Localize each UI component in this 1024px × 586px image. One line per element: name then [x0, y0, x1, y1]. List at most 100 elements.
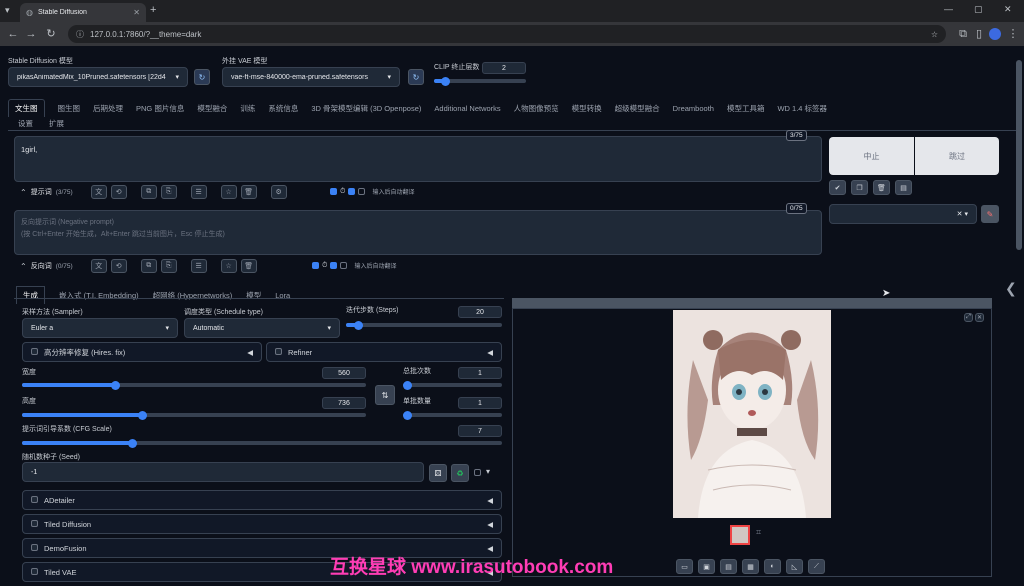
- save-icon[interactable]: ▣: [698, 559, 715, 574]
- ruler-icon[interactable]: ⟋: [808, 559, 825, 574]
- reuse-seed-button[interactable]: ♻: [451, 464, 469, 482]
- maximize-icon[interactable]: ▢: [974, 4, 983, 15]
- interrupt-button[interactable]: 中止: [829, 137, 914, 175]
- accordion-checkbox[interactable]: [31, 519, 38, 527]
- tab-5[interactable]: 训练: [240, 103, 255, 114]
- styles-dropdown[interactable]: ✕ ▾: [829, 204, 977, 224]
- swap-dimensions-button[interactable]: ⇅: [375, 385, 395, 405]
- forward-icon[interactable]: →: [24, 27, 38, 41]
- refiner-checkbox[interactable]: [275, 347, 282, 355]
- tab-7[interactable]: 3D 骨架模型编辑 (3D Openpose): [311, 103, 421, 114]
- clear-icon[interactable]: ✕ ▾: [957, 210, 968, 218]
- apply-style-button[interactable]: ✔: [829, 180, 846, 195]
- trash-icon[interactable]: 🗑: [240, 185, 257, 199]
- seed-input[interactable]: -1: [22, 462, 424, 482]
- checkbox-checked[interactable]: [330, 262, 338, 269]
- send-to-inpaint-icon[interactable]: ◐: [764, 559, 781, 574]
- tab-settings[interactable]: 设置: [18, 118, 33, 129]
- profile-avatar[interactable]: [989, 28, 1001, 40]
- edit-styles-button[interactable]: ✎: [981, 205, 999, 223]
- tab-0[interactable]: 文生图: [8, 99, 45, 117]
- batch-size-input[interactable]: 1: [458, 397, 502, 409]
- tab-11[interactable]: 超级模型融合: [615, 103, 660, 114]
- accordion-1[interactable]: Tiled Diffusion ◀: [22, 514, 502, 534]
- tab-8[interactable]: Additional Networks: [434, 104, 500, 113]
- steps-input[interactable]: 20: [458, 306, 502, 318]
- extensions-icon[interactable]: ⧉: [956, 27, 970, 41]
- chevron-down-icon[interactable]: ▾: [486, 467, 490, 476]
- checkbox-checked[interactable]: [330, 188, 337, 195]
- accordion-0[interactable]: ADetailer ◀: [22, 490, 502, 510]
- cfg-input[interactable]: 7: [458, 425, 502, 437]
- refresh-vae-button[interactable]: ↻: [408, 69, 424, 85]
- accordion-checkbox[interactable]: [31, 495, 38, 503]
- site-info-icon[interactable]: ⓘ: [76, 29, 84, 40]
- tab-list-icon[interactable]: ▾: [5, 5, 17, 17]
- steps-knob[interactable]: [354, 320, 364, 330]
- checkbox-checked[interactable]: [348, 188, 356, 195]
- tab-4[interactable]: 模型融合: [197, 103, 227, 114]
- clipboard-button[interactable]: ❐: [851, 180, 868, 195]
- tab-9[interactable]: 人物图像预览: [514, 103, 559, 114]
- copy-button[interactable]: ⧉: [140, 185, 157, 199]
- batch-size-knob[interactable]: [403, 410, 412, 420]
- tab-3[interactable]: PNG 图片信息: [136, 103, 184, 114]
- fullscreen-icon[interactable]: ⤢: [964, 313, 973, 322]
- gallery-thumbnail-selected[interactable]: [730, 525, 750, 545]
- generated-image[interactable]: [673, 310, 831, 518]
- clip-skip-knob[interactable]: [441, 76, 451, 86]
- minimize-icon[interactable]: —: [944, 4, 953, 14]
- cfg-slider[interactable]: [22, 438, 502, 448]
- side-panel-toggle-icon[interactable]: ❮: [1005, 280, 1017, 297]
- tab-1[interactable]: 图生图: [58, 103, 81, 114]
- height-slider[interactable]: [22, 410, 366, 420]
- close-icon[interactable]: ✕: [133, 8, 140, 17]
- random-seed-button[interactable]: ⚄: [429, 464, 447, 482]
- sampler-dropdown[interactable]: Euler a ▾: [22, 318, 178, 338]
- tab-10[interactable]: 模型转换: [572, 103, 602, 114]
- schedule-dropdown[interactable]: Automatic ▾: [184, 318, 340, 338]
- extra-seed-checkbox[interactable]: [474, 469, 481, 476]
- close-icon[interactable]: ✕: [975, 313, 984, 322]
- batch-size-slider[interactable]: [403, 410, 502, 420]
- new-tab-icon[interactable]: +: [150, 4, 156, 16]
- width-input[interactable]: 560: [322, 367, 366, 379]
- bookmark-star-icon[interactable]: ☆: [931, 30, 938, 39]
- accordion-checkbox[interactable]: [31, 543, 38, 551]
- trash-icon[interactable]: 🗑: [240, 259, 257, 273]
- tab-6[interactable]: 系统信息: [268, 103, 298, 114]
- batch-count-slider[interactable]: [403, 380, 502, 390]
- height-knob[interactable]: [138, 410, 148, 420]
- history-button[interactable]: ⟲: [110, 259, 127, 273]
- width-slider[interactable]: [22, 380, 366, 390]
- batch-count-knob[interactable]: [403, 380, 412, 390]
- back-icon[interactable]: ←: [6, 27, 20, 41]
- send-to-img2img-icon[interactable]: ▦: [742, 559, 759, 574]
- folder-icon[interactable]: ▭: [676, 559, 693, 574]
- collapse-icon[interactable]: ⌃: [20, 188, 27, 197]
- tab-12[interactable]: Dreambooth: [673, 104, 714, 113]
- cfg-knob[interactable]: [128, 438, 138, 448]
- send-to-extras-icon[interactable]: ◺: [786, 559, 803, 574]
- refiner-accordion[interactable]: Refiner ◀: [266, 342, 502, 362]
- checkbox[interactable]: [358, 188, 366, 195]
- translate-button[interactable]: 文: [90, 259, 107, 273]
- clip-skip-input[interactable]: 2: [482, 62, 526, 74]
- steps-slider[interactable]: [346, 320, 502, 330]
- vae-dropdown[interactable]: vae-ft-mse-840000-ema-pruned.safetensors…: [222, 67, 400, 87]
- reload-icon[interactable]: ↻: [44, 27, 58, 41]
- sub-tab-0[interactable]: 生成: [16, 286, 45, 304]
- tab-14[interactable]: WD 1.4 标签器: [777, 103, 827, 114]
- negative-prompt-textarea[interactable]: 反向提示词 (Negative prompt) (按 Ctrl+Enter 开始…: [14, 210, 822, 255]
- paste-button[interactable]: ⎘: [160, 259, 177, 273]
- zip-icon[interactable]: ▤: [720, 559, 737, 574]
- clip-skip-slider[interactable]: [434, 76, 526, 86]
- skip-button[interactable]: 跳过: [915, 137, 999, 175]
- tab-2[interactable]: 后期处理: [93, 103, 123, 114]
- accordion-checkbox[interactable]: [31, 567, 38, 575]
- batch-count-input[interactable]: 1: [458, 367, 502, 379]
- width-knob[interactable]: [110, 380, 120, 390]
- settings-gear-icon[interactable]: ⚙: [270, 185, 287, 199]
- favorite-button[interactable]: ☆: [220, 259, 237, 273]
- history-button[interactable]: ⟲: [110, 185, 127, 199]
